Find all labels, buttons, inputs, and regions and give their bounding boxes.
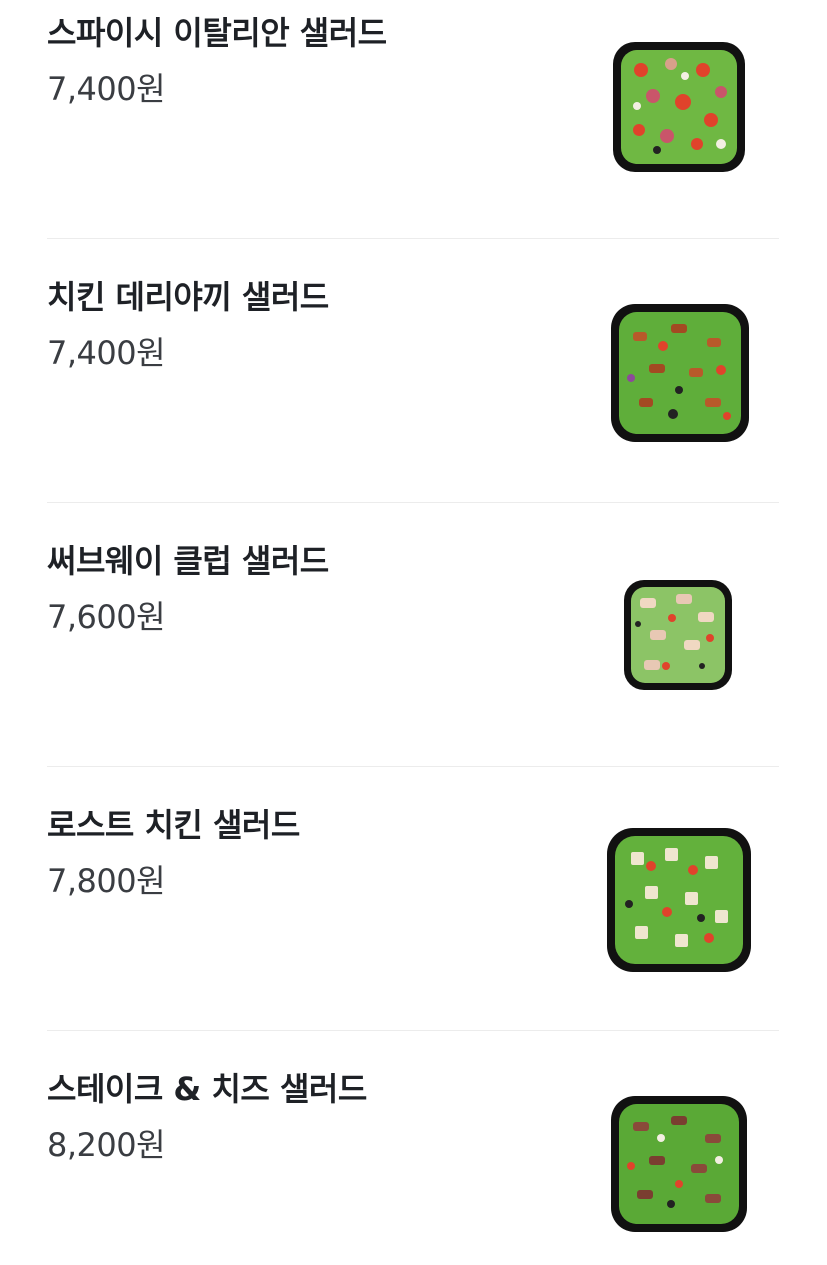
menu-item-name: 로스트 치킨 샐러드 bbox=[47, 806, 300, 844]
menu-divider bbox=[47, 502, 779, 503]
menu-item-name: 써브웨이 클럽 샐러드 bbox=[47, 542, 329, 580]
steak-cheese-salad-bowl-icon bbox=[611, 1096, 747, 1232]
salad-bowl-image bbox=[622, 578, 734, 692]
menu-item-subway-club[interactable]: 써브웨이 클럽 샐러드 7,600원 bbox=[0, 528, 827, 792]
salad-bowl-image bbox=[609, 302, 751, 444]
roast-chicken-salad-bowl-icon bbox=[607, 828, 751, 972]
salad-bowl-image bbox=[609, 1094, 749, 1234]
menu-divider bbox=[47, 1030, 779, 1031]
salad-menu-list: 스파이시 이탈리안 샐러드 7,400원 치킨 데리야끼 샐러드 7,400원 bbox=[0, 0, 827, 1265]
menu-item-roast-chicken[interactable]: 로스트 치킨 샐러드 7,800원 bbox=[0, 792, 827, 1056]
chicken-teriyaki-salad-bowl-icon bbox=[611, 304, 749, 442]
spicy-italian-salad-bowl-icon bbox=[613, 42, 745, 172]
menu-item-chicken-teriyaki[interactable]: 치킨 데리야끼 샐러드 7,400원 bbox=[0, 264, 827, 528]
menu-item-name: 치킨 데리야끼 샐러드 bbox=[47, 278, 329, 316]
menu-item-steak-cheese[interactable]: 스테이크 & 치즈 샐러드 8,200원 bbox=[0, 1056, 827, 1265]
menu-divider bbox=[47, 238, 779, 239]
subway-club-salad-bowl-icon bbox=[624, 580, 732, 690]
menu-item-name: 스테이크 & 치즈 샐러드 bbox=[47, 1070, 367, 1108]
menu-divider bbox=[47, 766, 779, 767]
salad-bowl-image bbox=[611, 40, 747, 174]
menu-item-price: 7,400원 bbox=[47, 70, 166, 108]
menu-item-price: 7,800원 bbox=[47, 862, 166, 900]
menu-item-price: 7,400원 bbox=[47, 334, 166, 372]
menu-item-name: 스파이시 이탈리안 샐러드 bbox=[47, 14, 387, 52]
menu-item-price: 7,600원 bbox=[47, 598, 166, 636]
salad-bowl-image bbox=[605, 826, 753, 974]
menu-item-price: 8,200원 bbox=[47, 1126, 166, 1164]
menu-item-spicy-italian[interactable]: 스파이시 이탈리안 샐러드 7,400원 bbox=[0, 0, 827, 264]
